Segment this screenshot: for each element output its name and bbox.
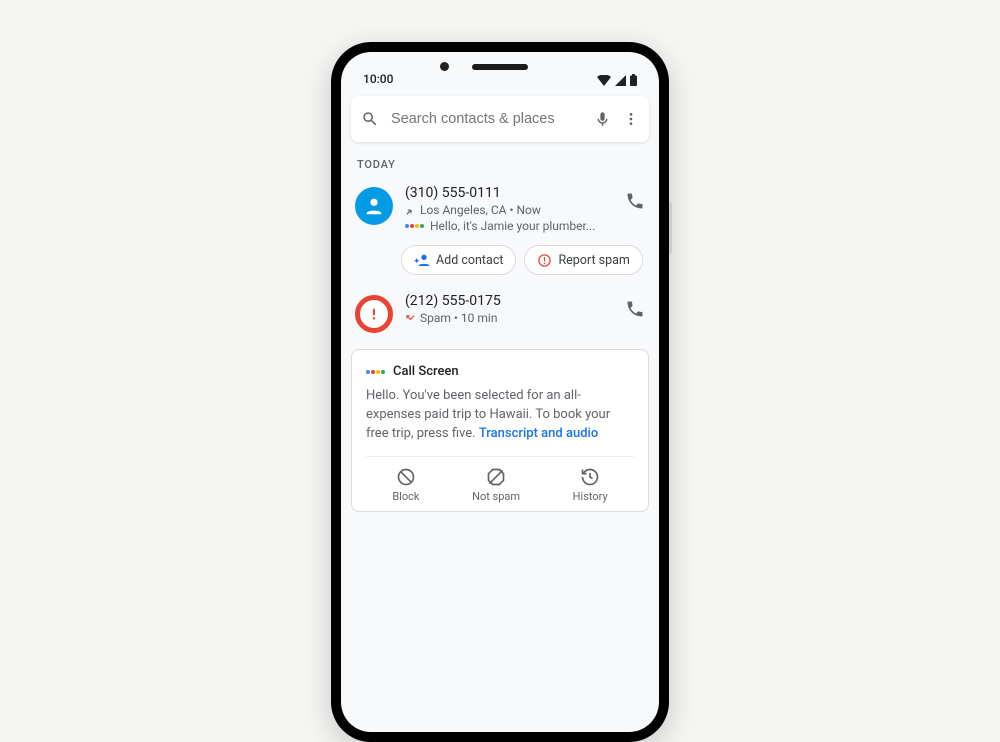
call-number: (212) 555-0175 [405,293,613,309]
call-row[interactable]: (212) 555-0175 Spam • 10 min [351,289,649,339]
not-spam-icon [486,467,506,487]
not-spam-action[interactable]: Not spam [472,467,520,503]
incoming-icon [405,205,416,216]
avatar [355,187,393,225]
spam-icon [537,253,552,268]
block-action[interactable]: Block [392,467,419,503]
history-action[interactable]: History [573,467,608,503]
missed-icon [405,313,416,324]
phone-icon [625,299,645,319]
assistant-preview: Hello, it's Jamie your plumber... [405,219,613,233]
add-contact-chip[interactable]: Add contact [401,245,516,275]
block-icon [396,467,416,487]
history-icon [580,467,600,487]
status-time: 10:00 [363,72,393,86]
wifi-icon [597,75,611,86]
overflow-icon[interactable] [623,111,639,127]
card-body: Hello. You've been selected for an all-e… [366,387,634,444]
alert-icon [366,306,382,322]
search-icon [361,110,379,128]
add-person-icon [414,252,430,268]
card-title: Call Screen [366,364,634,379]
search-input[interactable] [391,111,582,127]
callback-button[interactable] [625,299,645,319]
assistant-icon [405,224,424,228]
transcript-link[interactable]: Transcript and audio [479,426,598,441]
callback-button[interactable] [625,191,645,211]
status-bar: 10:00 [341,52,659,90]
call-meta: Los Angeles, CA • Now [405,203,613,217]
person-icon [363,195,385,217]
section-label: TODAY [351,142,649,181]
call-meta: Spam • 10 min [405,311,613,325]
call-screen-card: Call Screen Hello. You've been selected … [351,349,649,512]
phone-frame: 10:00 TODAY (310) 555-0111 [331,42,669,742]
mic-icon[interactable] [594,111,611,128]
call-number: (310) 555-0111 [405,185,613,201]
signal-icon [615,75,626,86]
avatar-spam [355,295,393,333]
report-spam-chip[interactable]: Report spam [524,245,642,275]
screen: 10:00 TODAY (310) 555-0111 [341,52,659,732]
phone-camera [440,62,449,71]
phone-side-button [669,202,672,254]
phone-speaker [472,64,528,70]
assistant-icon [366,370,385,374]
battery-icon [630,74,637,86]
phone-icon [625,191,645,211]
search-bar[interactable] [351,96,649,142]
call-row[interactable]: (310) 555-0111 Los Angeles, CA • Now Hel… [351,181,649,239]
